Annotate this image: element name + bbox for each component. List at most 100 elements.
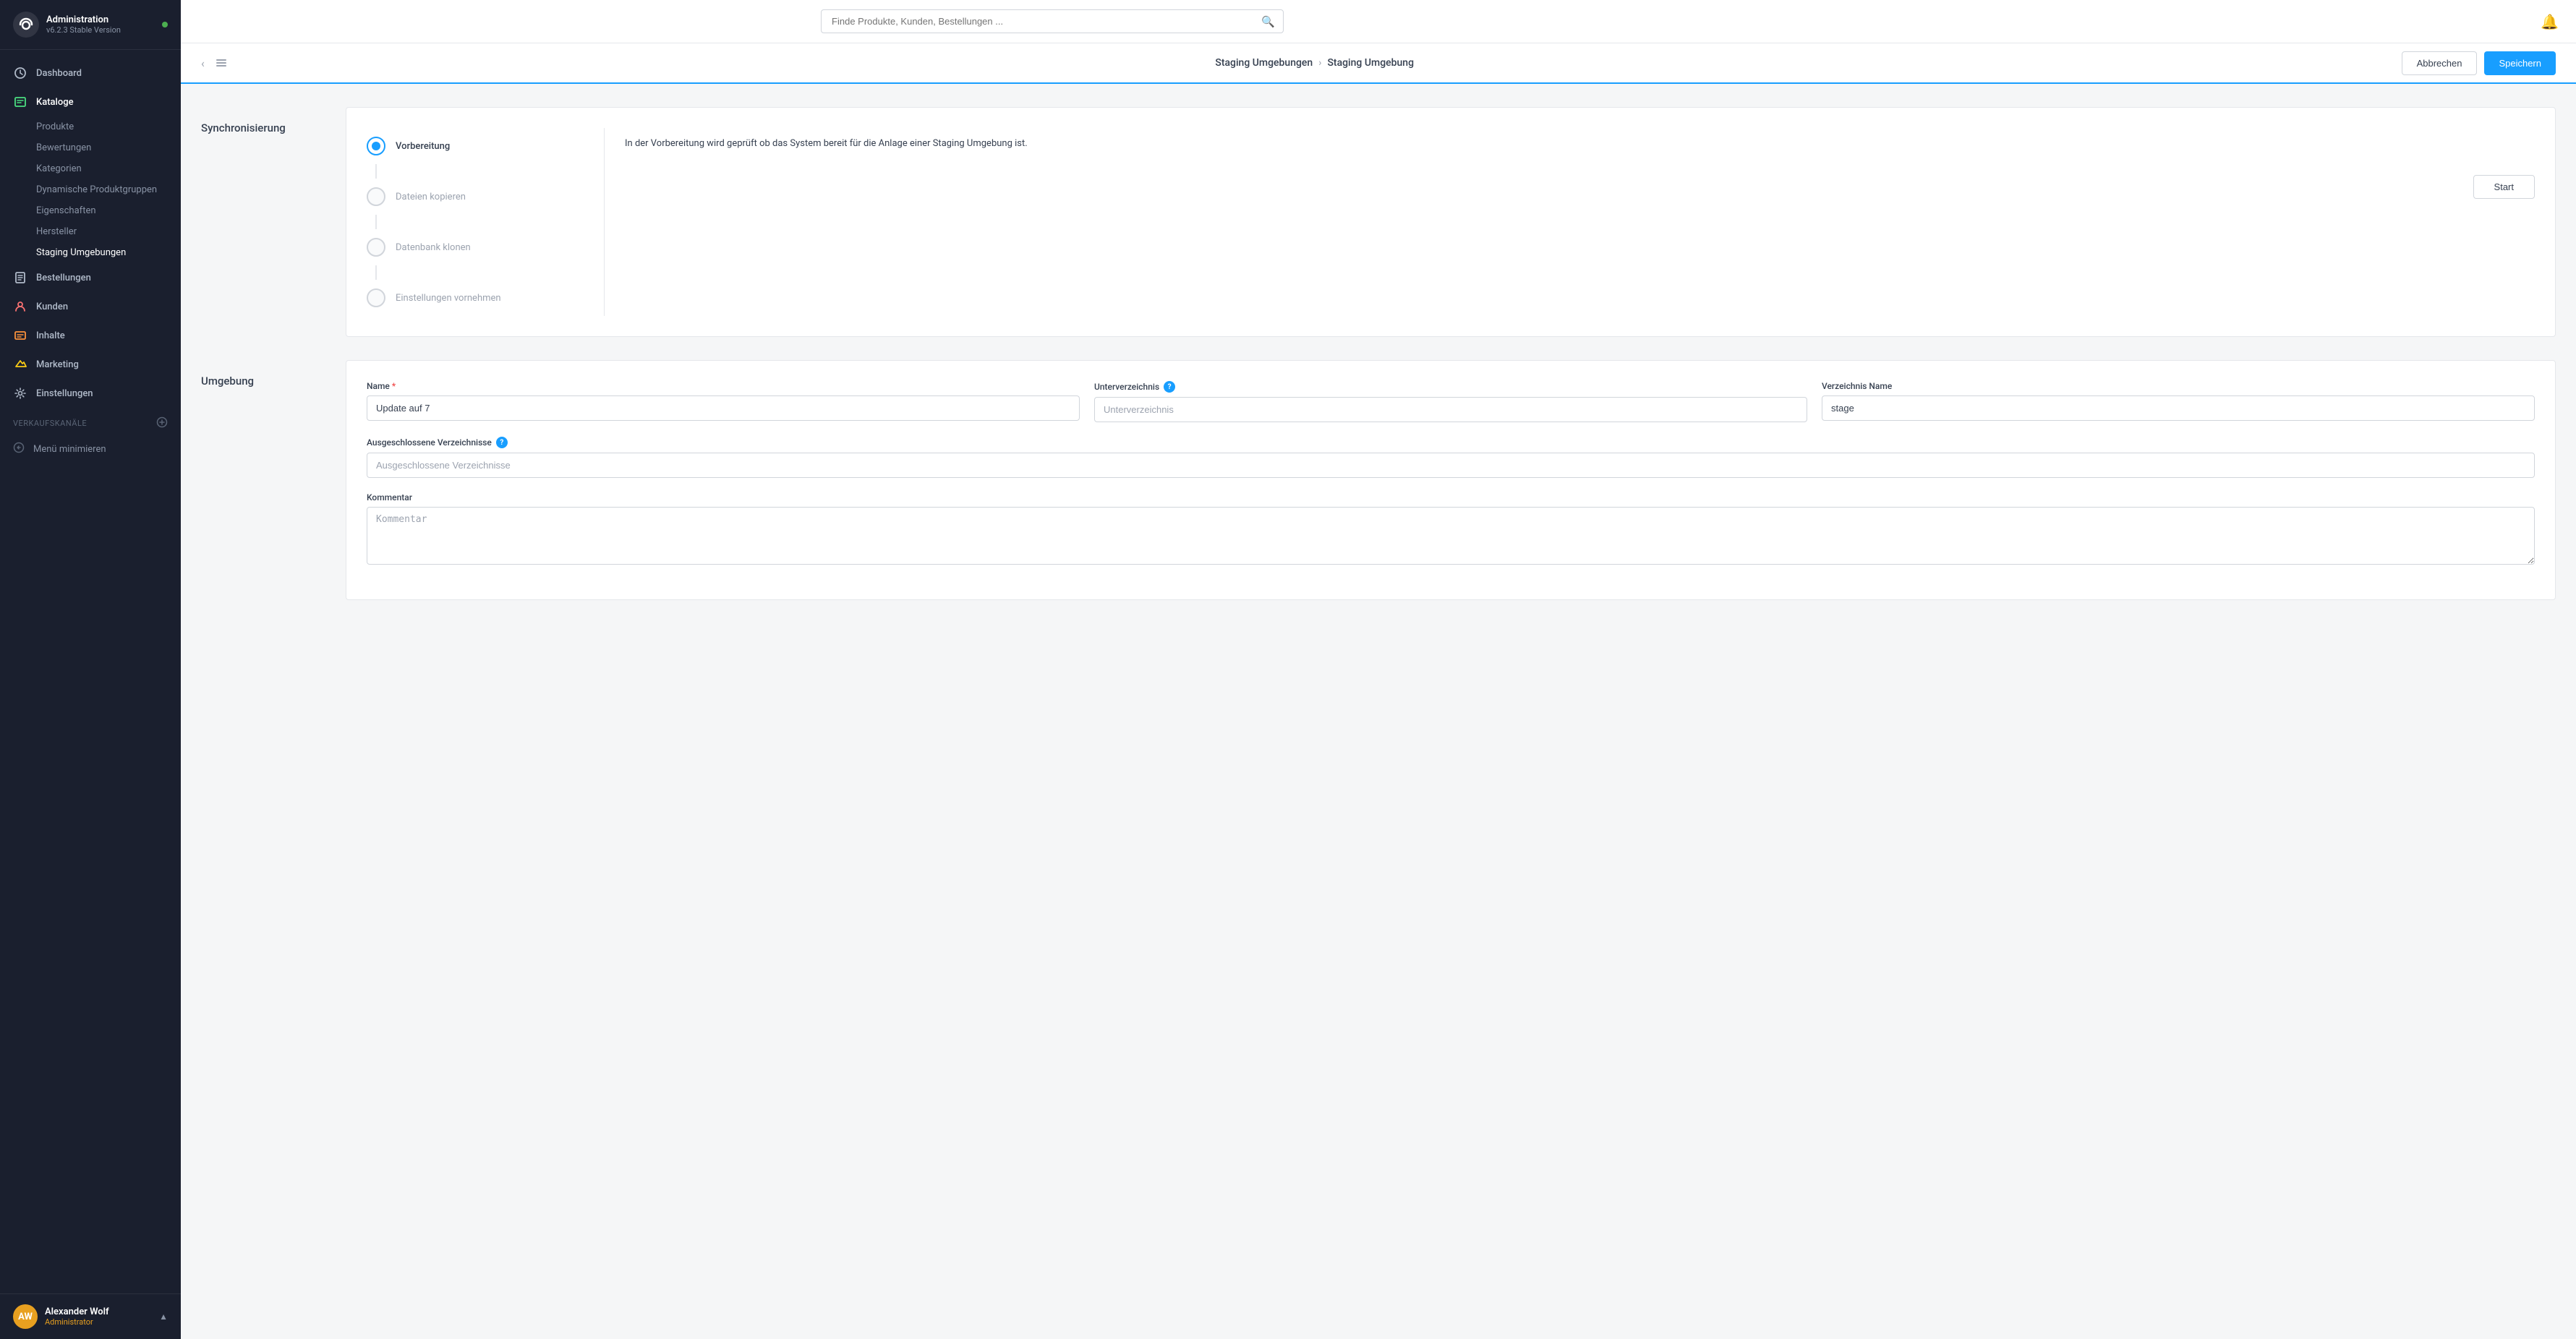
sidebar-header: Administration v6.2.3 Stable Version	[0, 0, 181, 50]
minimize-icon	[13, 442, 25, 456]
topbar: 🔍 🔔	[181, 0, 2576, 43]
page-content: Synchronisierung Vorbereitung	[181, 84, 2576, 1339]
verkaufskanaele-label: Verkaufskanäle	[13, 419, 87, 428]
user-role: Administrator	[45, 1317, 109, 1327]
online-indicator	[162, 22, 168, 27]
user-menu-chevron-icon: ▲	[159, 1312, 168, 1322]
sidebar-subitem-hersteller[interactable]: Hersteller	[0, 221, 181, 242]
main-area: 🔍 🔔 ‹ Staging Umgebungen › Staging Umgeb…	[181, 0, 2576, 1339]
sidebar-user-footer[interactable]: AW Alexander Wolf Administrator ▲	[0, 1293, 181, 1339]
breadcrumb-current: Staging Umgebung	[1327, 57, 1414, 69]
kataloge-icon	[13, 95, 27, 109]
breadcrumb-separator: ›	[1318, 57, 1321, 69]
user-info: Alexander Wolf Administrator	[45, 1306, 109, 1327]
header-actions: Abbrechen Speichern	[2402, 51, 2556, 75]
ausgeschlossene-help-icon[interactable]: ?	[496, 437, 508, 448]
add-verkaufskanal-icon[interactable]	[156, 416, 168, 430]
minimize-menu-item[interactable]: Menü minimieren	[0, 435, 181, 463]
start-button-wrapper: Start	[625, 175, 2535, 199]
sync-description-column: In der Vorbereitung wird geprüft ob das …	[625, 128, 2535, 316]
step-connector-1	[375, 164, 377, 179]
search-icon: 🔍	[1261, 15, 1275, 28]
kunden-label: Kunden	[36, 301, 68, 312]
produkte-label: Produkte	[36, 121, 74, 132]
sidebar-subitem-bewertungen[interactable]: Bewertungen	[0, 137, 181, 158]
kategorien-label: Kategorien	[36, 163, 82, 174]
sidebar: Administration v6.2.3 Stable Version Das…	[0, 0, 181, 1339]
step-label-datenbank: Datenbank klonen	[396, 242, 471, 253]
sync-description-text: In der Vorbereitung wird geprüft ob das …	[625, 137, 2535, 152]
unterverzeichnis-label: Unterverzeichnis	[1094, 382, 1159, 392]
dashboard-icon	[13, 66, 27, 80]
sync-layout: Vorbereitung Dateien kopieren Datenban	[367, 128, 2535, 316]
save-button[interactable]: Speichern	[2484, 51, 2556, 75]
name-input[interactable]	[367, 395, 1080, 421]
kommentar-label: Kommentar	[367, 492, 2535, 502]
search-input[interactable]	[821, 9, 1284, 33]
bewertungen-label: Bewertungen	[36, 142, 91, 153]
user-avatar: AW	[13, 1304, 38, 1329]
ausgeschlossene-label-wrap: Ausgeschlossene Verzeichnisse ?	[367, 437, 2535, 448]
step-circle-datenbank	[367, 238, 385, 257]
hersteller-label: Hersteller	[36, 226, 77, 237]
breadcrumb: Staging Umgebungen › Staging Umgebung	[238, 57, 2392, 69]
ausgeschlossene-group: Ausgeschlossene Verzeichnisse ?	[367, 437, 2535, 478]
marketing-icon	[13, 357, 27, 372]
step-circle-einstellungen	[367, 288, 385, 307]
cancel-button[interactable]: Abbrechen	[2402, 51, 2478, 75]
sidebar-item-bestellungen[interactable]: Bestellungen	[0, 263, 181, 292]
step-label-einstellungen: Einstellungen vornehmen	[396, 293, 501, 304]
unterverzeichnis-help-icon[interactable]: ?	[1164, 381, 1175, 393]
unterverzeichnis-group: Unterverzeichnis ?	[1094, 381, 1807, 422]
synchronisierung-label: Synchronisierung	[201, 107, 346, 134]
start-button[interactable]: Start	[2473, 175, 2535, 199]
umgebung-form-row-1: Name * Unterverzeichnis ? Verzeichnis Na…	[367, 381, 2535, 422]
back-button[interactable]: ‹	[201, 56, 205, 70]
step-dateien-kopieren: Dateien kopieren	[367, 179, 584, 215]
sidebar-subitem-staging-umgebungen[interactable]: Staging Umgebungen	[0, 242, 181, 263]
umgebung-form-row-3: Kommentar	[367, 492, 2535, 565]
sidebar-item-marketing[interactable]: Marketing	[0, 350, 181, 379]
sidebar-item-dashboard[interactable]: Dashboard	[0, 59, 181, 87]
sidebar-subitem-dynamische-produktgruppen[interactable]: Dynamische Produktgruppen	[0, 179, 181, 200]
sync-divider	[604, 128, 605, 316]
verzeichnis-name-input[interactable]	[1822, 395, 2535, 421]
synchronisierung-section: Synchronisierung Vorbereitung	[201, 107, 2556, 337]
sidebar-subitem-kategorien[interactable]: Kategorien	[0, 158, 181, 179]
umgebung-form-row-2: Ausgeschlossene Verzeichnisse ?	[367, 437, 2535, 478]
step-circle-dateien	[367, 187, 385, 206]
steps-column: Vorbereitung Dateien kopieren Datenban	[367, 128, 584, 316]
list-view-icon[interactable]	[215, 56, 228, 69]
sidebar-item-einstellungen[interactable]: Einstellungen	[0, 379, 181, 408]
sidebar-item-inhalte[interactable]: Inhalte	[0, 321, 181, 350]
minimize-label: Menü minimieren	[33, 444, 106, 455]
user-initials: AW	[18, 1312, 33, 1322]
name-label: Name *	[367, 381, 1080, 391]
eigenschaften-label: Eigenschaften	[36, 205, 96, 216]
kunden-icon	[13, 299, 27, 314]
sidebar-subitem-eigenschaften[interactable]: Eigenschaften	[0, 200, 181, 221]
kommentar-group: Kommentar	[367, 492, 2535, 565]
search-wrapper: 🔍	[821, 9, 1284, 33]
sidebar-subitem-produkte[interactable]: Produkte	[0, 116, 181, 137]
umgebung-card: Name * Unterverzeichnis ? Verzeichnis Na…	[346, 360, 2556, 600]
sidebar-item-kunden[interactable]: Kunden	[0, 292, 181, 321]
kataloge-label: Kataloge	[36, 97, 74, 108]
einstellungen-icon	[13, 386, 27, 401]
user-name: Alexander Wolf	[45, 1306, 109, 1317]
step-vorbereitung: Vorbereitung	[367, 128, 584, 164]
kommentar-textarea[interactable]	[367, 507, 2535, 565]
step-connector-2	[375, 215, 377, 229]
app-info: Administration v6.2.3 Stable Version	[46, 14, 121, 35]
notification-bell-icon[interactable]: 🔔	[2541, 13, 2559, 30]
breadcrumb-parent-link[interactable]: Staging Umgebungen	[1215, 57, 1313, 69]
app-logo	[13, 12, 39, 38]
name-group: Name *	[367, 381, 1080, 422]
dynamische-produktgruppen-label: Dynamische Produktgruppen	[36, 184, 157, 195]
sidebar-item-kataloge[interactable]: Kataloge	[0, 87, 181, 116]
topbar-right: 🔔	[2541, 13, 2559, 30]
app-version: v6.2.3 Stable Version	[46, 25, 121, 35]
unterverzeichnis-input[interactable]	[1094, 397, 1807, 422]
synchronisierung-card: Vorbereitung Dateien kopieren Datenban	[346, 107, 2556, 337]
ausgeschlossene-verzeichnisse-input[interactable]	[367, 453, 2535, 478]
